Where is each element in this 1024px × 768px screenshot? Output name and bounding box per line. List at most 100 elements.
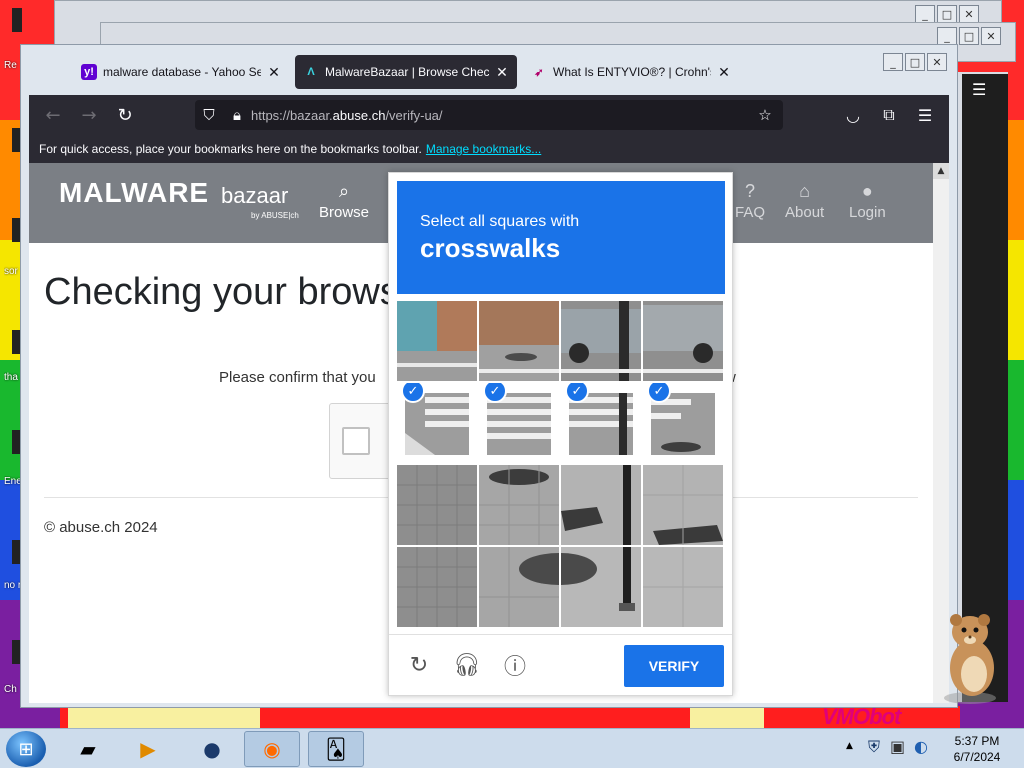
captcha-tile[interactable] [561,465,641,545]
close-tab-icon[interactable]: ✕ [267,64,281,81]
tile-image [643,301,723,381]
tray-app-icon[interactable]: ◐ [914,737,928,756]
captcha-tile[interactable] [397,301,477,381]
solitaire-taskbar-icon[interactable]: 🂡︎ [308,731,364,767]
monitor-tray-icon[interactable]: ▣ [890,737,905,756]
nav-browse[interactable]: ⌕ Browse [319,181,369,221]
refresh-icon[interactable]: ↻ [405,651,433,679]
captcha-tile[interactable] [643,547,723,627]
back-arrow-icon[interactable]: ← [35,99,71,131]
close-tab-icon[interactable]: ✕ [495,64,509,81]
captcha-challenge: Select all squares with crosswalks ✓ ✓ ✓ [388,172,733,696]
tile-image [397,465,477,545]
captcha-tile[interactable] [643,465,723,545]
nav-label: Login [849,204,886,221]
reload-icon[interactable]: ↻ [107,99,143,131]
captcha-tile[interactable] [397,547,477,627]
info-icon[interactable]: ⓘ [501,651,529,680]
globe-app-icon[interactable]: ● [184,731,240,767]
prompt-target: crosswalks [420,233,561,263]
tile-image [643,547,723,627]
captcha-tile-selected[interactable]: ✓ [479,383,559,463]
bookmark-star-icon[interactable]: ☆ [751,106,779,124]
tile-image [479,547,559,627]
clock[interactable]: 5:37 PM 6/7/2024 [944,733,1010,765]
site-logo-by: by ABUSE|ch [251,211,299,220]
tab-yahoo-search[interactable]: y! malware database - Yahoo Search ✕ [73,55,289,89]
captcha-tile[interactable] [479,465,559,545]
network-shield-icon[interactable]: ⛨ [868,737,880,757]
clock-time: 5:37 PM [954,734,1000,748]
captcha-tile[interactable] [643,301,723,381]
tile-image [643,465,723,545]
close-button[interactable]: ✕ [959,5,979,23]
nav-faq[interactable]: ? FAQ [735,181,765,221]
captcha-tile-selected[interactable]: ✓ [643,383,723,463]
entyvio-favicon-icon: ➶ [534,66,544,79]
hamster-mascot[interactable] [930,606,1010,706]
tile-image [397,301,477,381]
prompt-instruction: Select all squares with [420,213,580,230]
firefox-taskbar-icon[interactable]: ◉ [244,731,300,767]
headphones-icon[interactable]: 🎧︎ [453,651,481,679]
bookmarks-toolbar: For quick access, place your bookmarks h… [29,135,949,163]
maximize-button[interactable]: □ [937,5,957,23]
tile-image [479,465,559,545]
minimize-button[interactable]: _ [883,53,903,71]
window-controls: _ □ ✕ [915,5,979,23]
captcha-tile[interactable] [561,547,641,627]
nav-about[interactable]: ⌂ About [785,181,824,221]
close-tab-icon[interactable]: ✕ [717,64,731,81]
start-button[interactable]: ⊞ [6,731,46,767]
captcha-tile[interactable] [397,465,477,545]
minimize-button[interactable]: _ [915,5,935,23]
forward-arrow-icon[interactable]: → [71,99,107,131]
captcha-tile-selected[interactable]: ✓ [561,383,641,463]
site-logo-sub[interactable]: bazaar [221,183,288,209]
nav-login[interactable]: ● Login [849,181,886,221]
url-bar[interactable]: ⛉ 🔒︎ https://bazaar.abuse.ch/verify-ua/ … [195,100,783,130]
tab-title: MalwareBazaar | Browse Checking [325,65,489,79]
pocket-icon[interactable]: ◡ [837,99,869,131]
verify-button[interactable]: VERIFY [624,645,724,687]
nav-label: FAQ [735,204,766,221]
url-text[interactable]: https://bazaar.abuse.ch/verify-ua/ [251,108,751,123]
tab-title: malware database - Yahoo Search [103,65,261,79]
site-logo[interactable]: MALWARE [59,177,209,209]
captcha-tile[interactable] [561,301,641,381]
captcha-footer: ↻ 🎧︎ ⓘ VERIFY [389,634,732,696]
tile-image [479,301,559,381]
tab-malwarebazaar[interactable]: Λ MalwareBazaar | Browse Checking ✕ [295,55,517,89]
media-player-icon[interactable]: ▶ [120,731,176,767]
tab-entyvio[interactable]: ➶ What Is ENTYVIO®? | Crohn's and ✕ [523,55,739,89]
bookmarks-hint: For quick access, place your bookmarks h… [39,142,422,156]
captcha-tile-selected[interactable]: ✓ [397,383,477,463]
maximize-button[interactable]: □ [905,53,925,71]
desktop-icon[interactable] [12,8,22,32]
maximize-button[interactable]: □ [959,27,979,45]
extensions-icon[interactable]: ⧉ [873,99,905,131]
menu-icon[interactable]: ☰ [909,99,941,131]
window-controls: _ □ ✕ [883,53,947,71]
tile-image [561,465,641,545]
captcha-tile[interactable] [479,301,559,381]
captcha-prompt: Select all squares with crosswalks [397,181,725,294]
captcha-tile[interactable] [479,547,559,627]
close-button[interactable]: ✕ [927,53,947,71]
captcha-image-grid: ✓ ✓ ✓ ✓ [397,301,725,627]
scroll-up-arrow-icon[interactable]: ▲ [933,163,949,179]
captcha-checkbox[interactable] [342,427,370,455]
minimize-button[interactable]: _ [937,27,957,45]
tray-expand-icon[interactable]: ▲ [846,741,853,751]
lock-icon[interactable]: 🔒︎ [223,106,251,124]
close-button[interactable]: ✕ [981,27,1001,45]
building-icon: ⌂ [799,181,811,201]
taskbar: ⊞ ▰ ▶ ● ◉ 🂡︎ ▲ ⛨ ▣ ◐ 5:37 PM 6/7/2024 [0,728,1024,768]
user-icon: ● [861,181,873,201]
yahoo-favicon-icon: y! [81,64,97,80]
shield-icon[interactable]: ⛉ [195,106,223,124]
taskbar-app-icon[interactable]: ▰ [60,731,116,767]
menu-icon[interactable]: ☰ [972,80,986,99]
manage-bookmarks-link[interactable]: Manage bookmarks... [426,142,541,156]
url-path: /verify-ua/ [385,107,443,123]
